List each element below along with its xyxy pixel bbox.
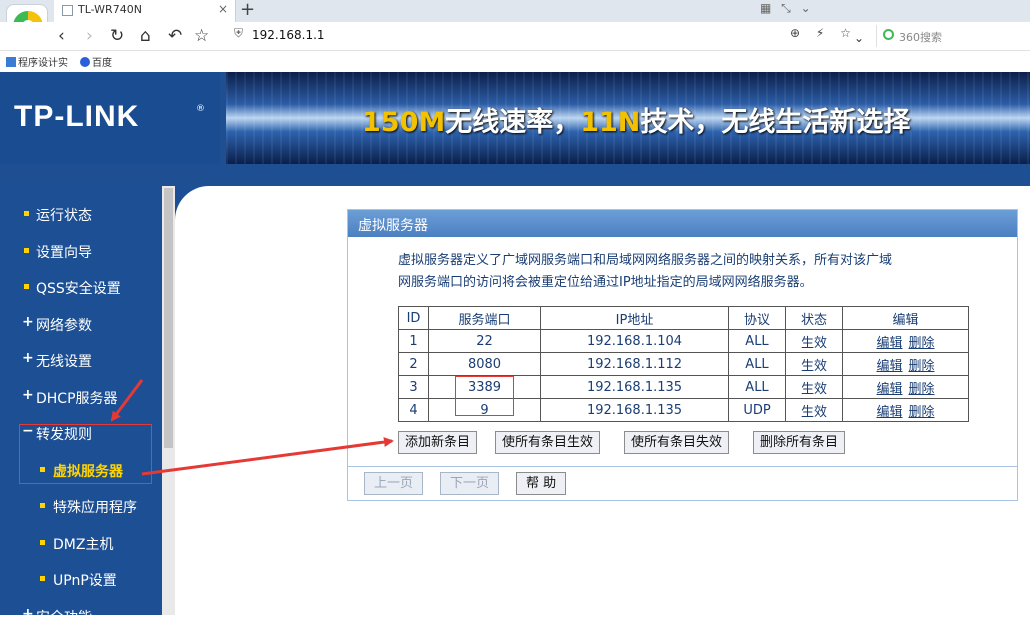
add-entry-button[interactable]: 添加新条目 bbox=[398, 431, 478, 454]
browser-tab[interactable]: TL-WR740N × bbox=[54, 0, 236, 22]
edit-link[interactable]: 编辑 bbox=[876, 359, 902, 374]
back-icon[interactable]: ‹ bbox=[58, 25, 65, 47]
col-ip: IP地址 bbox=[540, 306, 729, 330]
col-status: 状态 bbox=[785, 306, 843, 330]
delete-link[interactable]: 删除 bbox=[909, 359, 935, 374]
banner-stripe bbox=[0, 164, 1030, 186]
help-button[interactable]: 帮 助 bbox=[516, 472, 567, 495]
browser-tab-bar: TL-WR740N × + ▦ ⤡ ⌄ bbox=[0, 0, 1030, 22]
annotation-box-menu bbox=[19, 424, 152, 484]
edit-link[interactable]: 编辑 bbox=[876, 382, 902, 397]
sidebar-item-dhcp[interactable]: + DHCP服务器 bbox=[0, 383, 162, 413]
tab-title: TL-WR740N bbox=[78, 3, 142, 16]
router-banner: TP-LINK ® 150M无线速率，11N技术，无线生活新选择 bbox=[0, 72, 1030, 164]
refresh-icon[interactable]: ↻ bbox=[110, 25, 124, 47]
browser-toolbar: ‹ › ↻ ⌂ ↶ ☆ ⛨ 192.168.1.1 ⊕ ⚡ ☆ ⌄ 360搜索 bbox=[0, 22, 1030, 51]
sidebar-scrollbar[interactable] bbox=[162, 186, 175, 615]
edit-link[interactable]: 编辑 bbox=[876, 405, 902, 420]
page-icon bbox=[62, 5, 73, 16]
pager-bar: 上一页 下一页 帮 助 bbox=[348, 466, 1017, 500]
search-input[interactable]: 360搜索 bbox=[899, 29, 942, 45]
shield-icon: ⛨ bbox=[234, 26, 244, 40]
sidebar-item-dmz[interactable]: DMZ主机 bbox=[0, 529, 162, 559]
sidebar-item-network[interactable]: + 网络参数 bbox=[0, 310, 162, 340]
sidebar-item-status[interactable]: 运行状态 bbox=[0, 200, 162, 230]
col-port: 服务端口 bbox=[428, 306, 541, 330]
prev-page-button[interactable]: 上一页 bbox=[364, 472, 424, 495]
tab-tools-icons[interactable]: ▦ ⤡ ⌄ bbox=[760, 1, 814, 16]
sidebar-item-security[interactable]: + 安全功能 bbox=[0, 602, 162, 632]
scrollbar-thumb[interactable] bbox=[164, 188, 173, 448]
banner-slogan-area: 150M无线速率，11N技术，无线生活新选择 bbox=[226, 72, 1030, 164]
sidebar-menu: 运行状态 设置向导 QSS安全设置 + 网络参数 + 无线设置 + DHCP服务器 −… bbox=[0, 186, 162, 626]
sidebar-item-wireless[interactable]: + 无线设置 bbox=[0, 346, 162, 376]
col-id: ID bbox=[398, 306, 429, 330]
url-text[interactable]: 192.168.1.1 bbox=[252, 28, 325, 42]
annotation-box-ports bbox=[455, 376, 514, 416]
delete-link[interactable]: 删除 bbox=[909, 405, 935, 420]
virtual-server-panel: 虚拟服务器 虚拟服务器定义了广域网服务端口和局域网网络服务器之间的映射关系，所有… bbox=[347, 209, 1018, 501]
close-tab-icon[interactable]: × bbox=[218, 2, 228, 16]
enable-all-button[interactable]: 使所有条目生效 bbox=[495, 431, 601, 454]
address-actions-icons[interactable]: ⊕ ⚡ ☆ bbox=[790, 26, 857, 40]
address-bar[interactable]: ⛨ 192.168.1.1 ⊕ ⚡ ☆ bbox=[226, 25, 866, 47]
home-icon[interactable]: ⌂ bbox=[140, 25, 151, 47]
edit-link[interactable]: 编辑 bbox=[876, 336, 902, 351]
delete-all-button[interactable]: 删除所有条目 bbox=[753, 431, 846, 454]
search-icon bbox=[883, 29, 894, 40]
search-box[interactable]: 360搜索 bbox=[876, 25, 1030, 47]
undo-icon[interactable]: ↶ bbox=[168, 25, 182, 47]
new-tab-button[interactable]: + bbox=[240, 0, 255, 20]
panel-title: 虚拟服务器 bbox=[358, 218, 428, 234]
bookmark-icon bbox=[6, 57, 16, 67]
chevron-down-icon[interactable]: ⌄ bbox=[854, 27, 864, 49]
sidebar-item-special-app[interactable]: 特殊应用程序 bbox=[0, 492, 162, 522]
star-icon[interactable]: ☆ bbox=[194, 25, 209, 47]
next-page-button[interactable]: 下一页 bbox=[440, 472, 500, 495]
table-row: 1 22 192.168.1.104 ALL 生效 编辑 删除 bbox=[398, 329, 969, 353]
sidebar-item-wizard[interactable]: 设置向导 bbox=[0, 237, 162, 267]
bookmark-item[interactable]: 百度 bbox=[80, 54, 112, 69]
delete-link[interactable]: 删除 bbox=[909, 382, 935, 397]
forward-icon[interactable]: › bbox=[86, 25, 93, 47]
brand-logo: TP-LINK ® bbox=[0, 72, 220, 164]
disable-all-button[interactable]: 使所有条目失效 bbox=[624, 431, 730, 454]
bookmark-item[interactable]: 程序设计实 bbox=[6, 54, 68, 69]
col-protocol: 协议 bbox=[728, 306, 786, 330]
baidu-icon bbox=[80, 57, 90, 67]
table-row: 2 8080 192.168.1.112 ALL 生效 编辑 删除 bbox=[398, 352, 969, 376]
panel-description: 虚拟服务器定义了广域网服务端口和局域网网络服务器之间的映射关系，所有对该广域 网… bbox=[398, 253, 893, 290]
panel-header: 虚拟服务器 bbox=[348, 210, 1017, 237]
delete-link[interactable]: 删除 bbox=[909, 336, 935, 351]
sidebar-item-upnp[interactable]: UPnP设置 bbox=[0, 565, 162, 595]
table-header-row: ID 服务端口 IP地址 协议 状态 编辑 bbox=[398, 306, 969, 330]
sidebar-item-qss[interactable]: QSS安全设置 bbox=[0, 273, 162, 303]
banner-slogan: 150M无线速率，11N技术，无线生活新选择 bbox=[362, 107, 911, 138]
col-edit: 编辑 bbox=[842, 306, 969, 330]
bookmarks-bar: 程序设计实 百度 bbox=[0, 51, 1030, 72]
